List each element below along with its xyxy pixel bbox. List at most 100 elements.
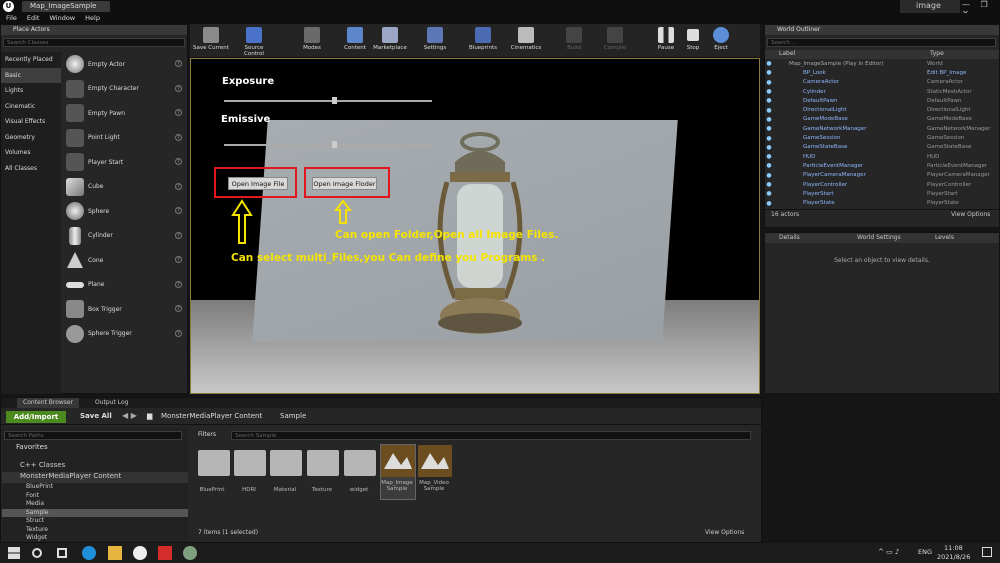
open-image-folder-button[interactable]: Open Image Floder: [312, 177, 377, 190]
category-recently-placed[interactable]: Recently Placed: [1, 52, 61, 68]
category-geometry[interactable]: Geometry: [1, 130, 61, 146]
folder-hdri[interactable]: [234, 450, 266, 476]
column-type[interactable]: Type: [930, 50, 944, 57]
actor-point-light[interactable]: Point Light?: [62, 126, 188, 151]
actor-empty-pawn[interactable]: Empty Pawn?: [62, 101, 188, 126]
breadcrumb-sample[interactable]: Sample: [280, 412, 306, 420]
help-icon[interactable]: ?: [175, 109, 182, 116]
edge-browser-icon[interactable]: [82, 546, 96, 560]
category-basic[interactable]: Basic: [1, 67, 61, 83]
menu-window[interactable]: Window: [49, 13, 75, 24]
category-lights[interactable]: Lights: [1, 83, 61, 99]
nav-arrows-icon[interactable]: ◀ ▶: [122, 411, 137, 420]
outliner-row[interactable]: ● PlayerController PlayerController: [765, 180, 999, 189]
settings-button[interactable]: Settings: [415, 26, 455, 56]
eye-icon[interactable]: ●: [765, 116, 773, 123]
unreal-engine-icon[interactable]: [133, 546, 147, 560]
eye-icon[interactable]: ●: [765, 60, 773, 67]
tree-item[interactable]: Struct: [2, 517, 188, 526]
help-icon[interactable]: ?: [175, 329, 182, 337]
eye-icon[interactable]: ●: [765, 153, 773, 160]
tree-item[interactable]: Font: [2, 492, 188, 501]
eye-icon[interactable]: ●: [765, 125, 773, 132]
actor-cylinder[interactable]: Cylinder?: [62, 224, 188, 249]
blueprints-button[interactable]: Blueprints: [463, 26, 503, 56]
filters-button[interactable]: Filters: [198, 431, 216, 438]
help-icon[interactable]: ?: [175, 305, 182, 312]
eye-icon[interactable]: ●: [765, 144, 773, 151]
actor-empty-actor[interactable]: Empty Actor?: [62, 52, 188, 77]
wps-icon[interactable]: [158, 546, 172, 560]
folder-material[interactable]: [270, 450, 302, 476]
actor-cone[interactable]: Cone?: [62, 248, 188, 273]
outliner-row[interactable]: ● DirectionalLight DirectionalLight: [765, 105, 999, 114]
file-explorer-icon[interactable]: [108, 546, 122, 560]
emissive-slider-knob[interactable]: [332, 141, 338, 148]
search-sample-input[interactable]: Search Sample: [231, 431, 751, 440]
outliner-row[interactable]: ● CameraActor CameraActor: [765, 78, 999, 87]
outliner-search-input[interactable]: Search...: [767, 38, 996, 47]
open-image-file-button[interactable]: Open Image File: [228, 177, 288, 190]
menu-help[interactable]: Help: [85, 13, 100, 24]
favorites-header[interactable]: Favorites: [2, 443, 188, 451]
outliner-row[interactable]: ● BP_Look Edit BP_Image: [765, 68, 999, 77]
view-options-button[interactable]: View Options: [951, 211, 990, 218]
tree-item[interactable]: C++ Classes: [2, 461, 188, 472]
actor-box-trigger[interactable]: Box Trigger?: [62, 297, 188, 322]
menu-file[interactable]: File: [6, 13, 17, 24]
tree-item[interactable]: BluePrint: [2, 483, 188, 492]
eye-icon[interactable]: ●: [765, 190, 773, 197]
add-import-button[interactable]: Add/Import: [6, 411, 66, 423]
exposure-slider-knob[interactable]: [332, 97, 338, 104]
world-outliner-tab[interactable]: World Outliner: [765, 25, 999, 35]
eye-icon[interactable]: ●: [765, 181, 773, 188]
tree-item[interactable]: Media: [2, 500, 188, 509]
menu-edit[interactable]: Edit: [27, 13, 40, 24]
document-tab[interactable]: Map_ImageSample: [22, 1, 110, 12]
cb-view-options-button[interactable]: View Options: [705, 529, 744, 536]
task-view-icon[interactable]: [57, 548, 67, 558]
outliner-row[interactable]: ● PlayerStart PlayerStart: [765, 189, 999, 198]
exposure-slider[interactable]: [224, 97, 432, 104]
cinematics-button[interactable]: Cinematics: [506, 26, 546, 56]
eye-icon[interactable]: ●: [765, 172, 773, 179]
clock-time[interactable]: 11:08: [944, 544, 963, 552]
save-current-button[interactable]: Save Current: [191, 26, 231, 56]
outliner-row[interactable]: ● ParticleEventManager ParticleEventManage…: [765, 161, 999, 170]
search-classes-input[interactable]: Search Classes: [3, 38, 185, 47]
app-icon[interactable]: [183, 546, 197, 560]
outliner-row[interactable]: ● PlayerState PlayerState: [765, 198, 999, 207]
actor-plane[interactable]: Plane?: [62, 273, 188, 298]
windows-start-icon[interactable]: [8, 547, 20, 559]
outliner-row[interactable]: ● GameModeBase GameModeBase: [765, 115, 999, 124]
help-icon[interactable]: ?: [175, 158, 182, 165]
tree-item[interactable]: MonsterMediaPlayer Content: [2, 472, 188, 483]
save-all-button[interactable]: Save All: [80, 412, 112, 420]
outliner-row[interactable]: ● Cylinder StaticMeshActor: [765, 87, 999, 96]
outliner-row[interactable]: ● Map_ImageSample (Play In Editor) World: [765, 59, 999, 68]
actor-sphere-trigger[interactable]: Sphere Trigger?: [62, 322, 188, 347]
folder-widget[interactable]: [344, 450, 376, 476]
help-icon[interactable]: ?: [175, 133, 182, 141]
marketplace-button[interactable]: Marketplace: [370, 26, 410, 56]
notification-icon[interactable]: [982, 547, 992, 557]
outliner-row[interactable]: ● GameNetworkManager GameNetworkManager: [765, 124, 999, 133]
outliner-row[interactable]: ● GameStateBase GameStateBase: [765, 143, 999, 152]
tab-world-settings[interactable]: World Settings: [857, 233, 901, 243]
compile-button[interactable]: Compile: [595, 26, 635, 56]
source-control-button[interactable]: Source Control: [234, 26, 274, 57]
eye-icon[interactable]: ●: [765, 107, 773, 114]
clock-date[interactable]: 2021/8/26: [937, 553, 970, 561]
tree-item[interactable]: Texture: [2, 526, 188, 535]
eye-icon[interactable]: ●: [765, 97, 773, 104]
emissive-slider[interactable]: [224, 141, 432, 148]
eye-icon[interactable]: ●: [765, 200, 773, 207]
category-visual-effects[interactable]: Visual Effects: [1, 114, 61, 130]
tab-content-browser[interactable]: Content Browser: [17, 398, 80, 408]
help-icon[interactable]: ?: [175, 231, 182, 239]
place-actors-tab[interactable]: Place Actors: [1, 25, 187, 35]
tree-item[interactable]: Sample: [2, 508, 188, 517]
eye-icon[interactable]: ●: [765, 79, 773, 86]
breadcrumb-root[interactable]: MonsterMediaPlayer Content: [161, 412, 262, 420]
language-indicator[interactable]: ENG: [918, 548, 932, 556]
